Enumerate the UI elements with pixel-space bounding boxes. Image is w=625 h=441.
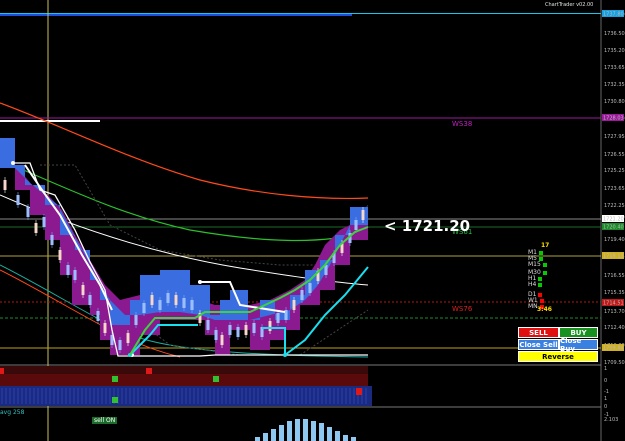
price-axis-label: 1733.65 (604, 65, 625, 71)
price-axis: 1737.80 1736.50 1735.20 1733.65 1732.35 1730.… (604, 12, 625, 366)
signal-green-1 (112, 376, 118, 382)
histogram-bar (343, 435, 348, 441)
marker-current-text: 1721.20 (603, 217, 624, 223)
price-axis-label: 1726.55 (604, 152, 625, 158)
tf-status-square (538, 276, 543, 281)
price-axis-label: 1732.35 (604, 82, 625, 88)
lower-axis-label: -1 (604, 389, 609, 395)
price-axis-label: 1716.55 (604, 273, 625, 279)
price-axis-label: 1719.40 (604, 237, 625, 243)
lower-axis-label: 0 (604, 404, 607, 410)
lower-axis-label: 1 (604, 366, 607, 372)
signal-green-3 (112, 397, 118, 403)
signal-red-2 (146, 368, 152, 374)
brand-label: ChartTrader v02.00 (545, 2, 594, 8)
tf-status-square (542, 262, 547, 267)
histogram-bar (351, 437, 356, 441)
lower-axis: 10-110-12.103 (604, 366, 618, 423)
histogram-bar (303, 419, 308, 441)
marker-mid-text: 1718.13 (603, 254, 624, 260)
tf-status-square (539, 250, 543, 255)
histogram-bar (311, 421, 316, 441)
marker-top-text: 1737.80 (603, 12, 624, 18)
candles (3, 177, 365, 353)
sell-on-label: sell ON (92, 417, 118, 424)
marker-ws61-text: 1720.40 (603, 225, 624, 231)
histogram-bar (335, 431, 340, 441)
price-axis-label: 1712.40 (604, 325, 625, 331)
price-axis-label: 1722.25 (604, 203, 625, 209)
price-axis-label: 1735.20 (604, 48, 625, 54)
marker-low-text: 1709.84 (603, 346, 624, 352)
histogram-bar (327, 427, 332, 441)
signal-red-1 (0, 368, 4, 374)
price-axis-label: 1723.65 (604, 186, 625, 192)
histogram-bar (279, 425, 284, 441)
lower-axis-label: 2.103 (604, 417, 618, 423)
lower-axis-label: 0 (604, 378, 607, 384)
lower-axis-label: 1 (604, 396, 607, 402)
indicator-bar-red (0, 366, 368, 374)
histogram-bar (271, 429, 276, 441)
current-price-readout: < 1721.20 (384, 217, 471, 235)
tf-label: M15 (528, 261, 541, 268)
histogram (255, 419, 356, 441)
tf-status-square (539, 298, 544, 303)
histogram-bar (263, 433, 268, 441)
histogram-bar (255, 437, 260, 441)
avg-label: avg 258 (0, 409, 25, 416)
tf-status-square (539, 256, 543, 261)
signal-green-2 (213, 376, 219, 382)
ws76-label: WS76 (452, 305, 473, 313)
cyan-dot-2 (283, 353, 287, 357)
price-axis-label: 1727.95 (604, 134, 625, 140)
white-dot-1 (11, 161, 15, 165)
timeframe-panel: 17 M1 M5 M15 M30 H1 H4 D1 W1 MN 3:46 (528, 242, 552, 322)
marker-ws76-text: 1714.51 (603, 301, 624, 307)
ws38-label: WS38 (452, 120, 472, 128)
marker-ws38-text: 1728.03 (603, 116, 624, 122)
tf-countdown: 3:46 (537, 306, 552, 313)
tf-row-m15: M15 (528, 261, 547, 268)
tf-row-h4: H4 (528, 281, 543, 288)
signal-red-3 (356, 388, 362, 395)
tf-status-square (538, 282, 543, 287)
histogram-bar (319, 423, 324, 441)
price-axis-label: 1725.25 (604, 168, 625, 174)
tf-top-number: 17 (541, 242, 550, 249)
white-dot-2 (198, 280, 202, 284)
price-axis-label: 1715.35 (604, 290, 625, 296)
reverse-button[interactable]: Reverse (518, 351, 598, 362)
close-sell-button[interactable]: Close Sell (518, 339, 559, 350)
sell-button[interactable]: SELL (518, 327, 559, 338)
tf-status-square (542, 270, 547, 275)
indicator-bar-dark (0, 374, 368, 386)
close-buy-button[interactable]: Close Buy (559, 337, 598, 353)
price-chart[interactable]: WS38 WS61 WS76 1737.801736.501735.201733… (0, 0, 625, 441)
tf-status-square (538, 292, 543, 297)
price-axis-label: 1730.80 (604, 99, 625, 105)
histogram-bar (295, 419, 300, 441)
tf-label: H4 (528, 281, 537, 288)
histogram-bar (287, 421, 292, 441)
top-cyan-line (0, 13, 601, 14)
price-axis-label: 1736.50 (604, 31, 625, 37)
price-axis-label: 1713.70 (604, 309, 625, 315)
